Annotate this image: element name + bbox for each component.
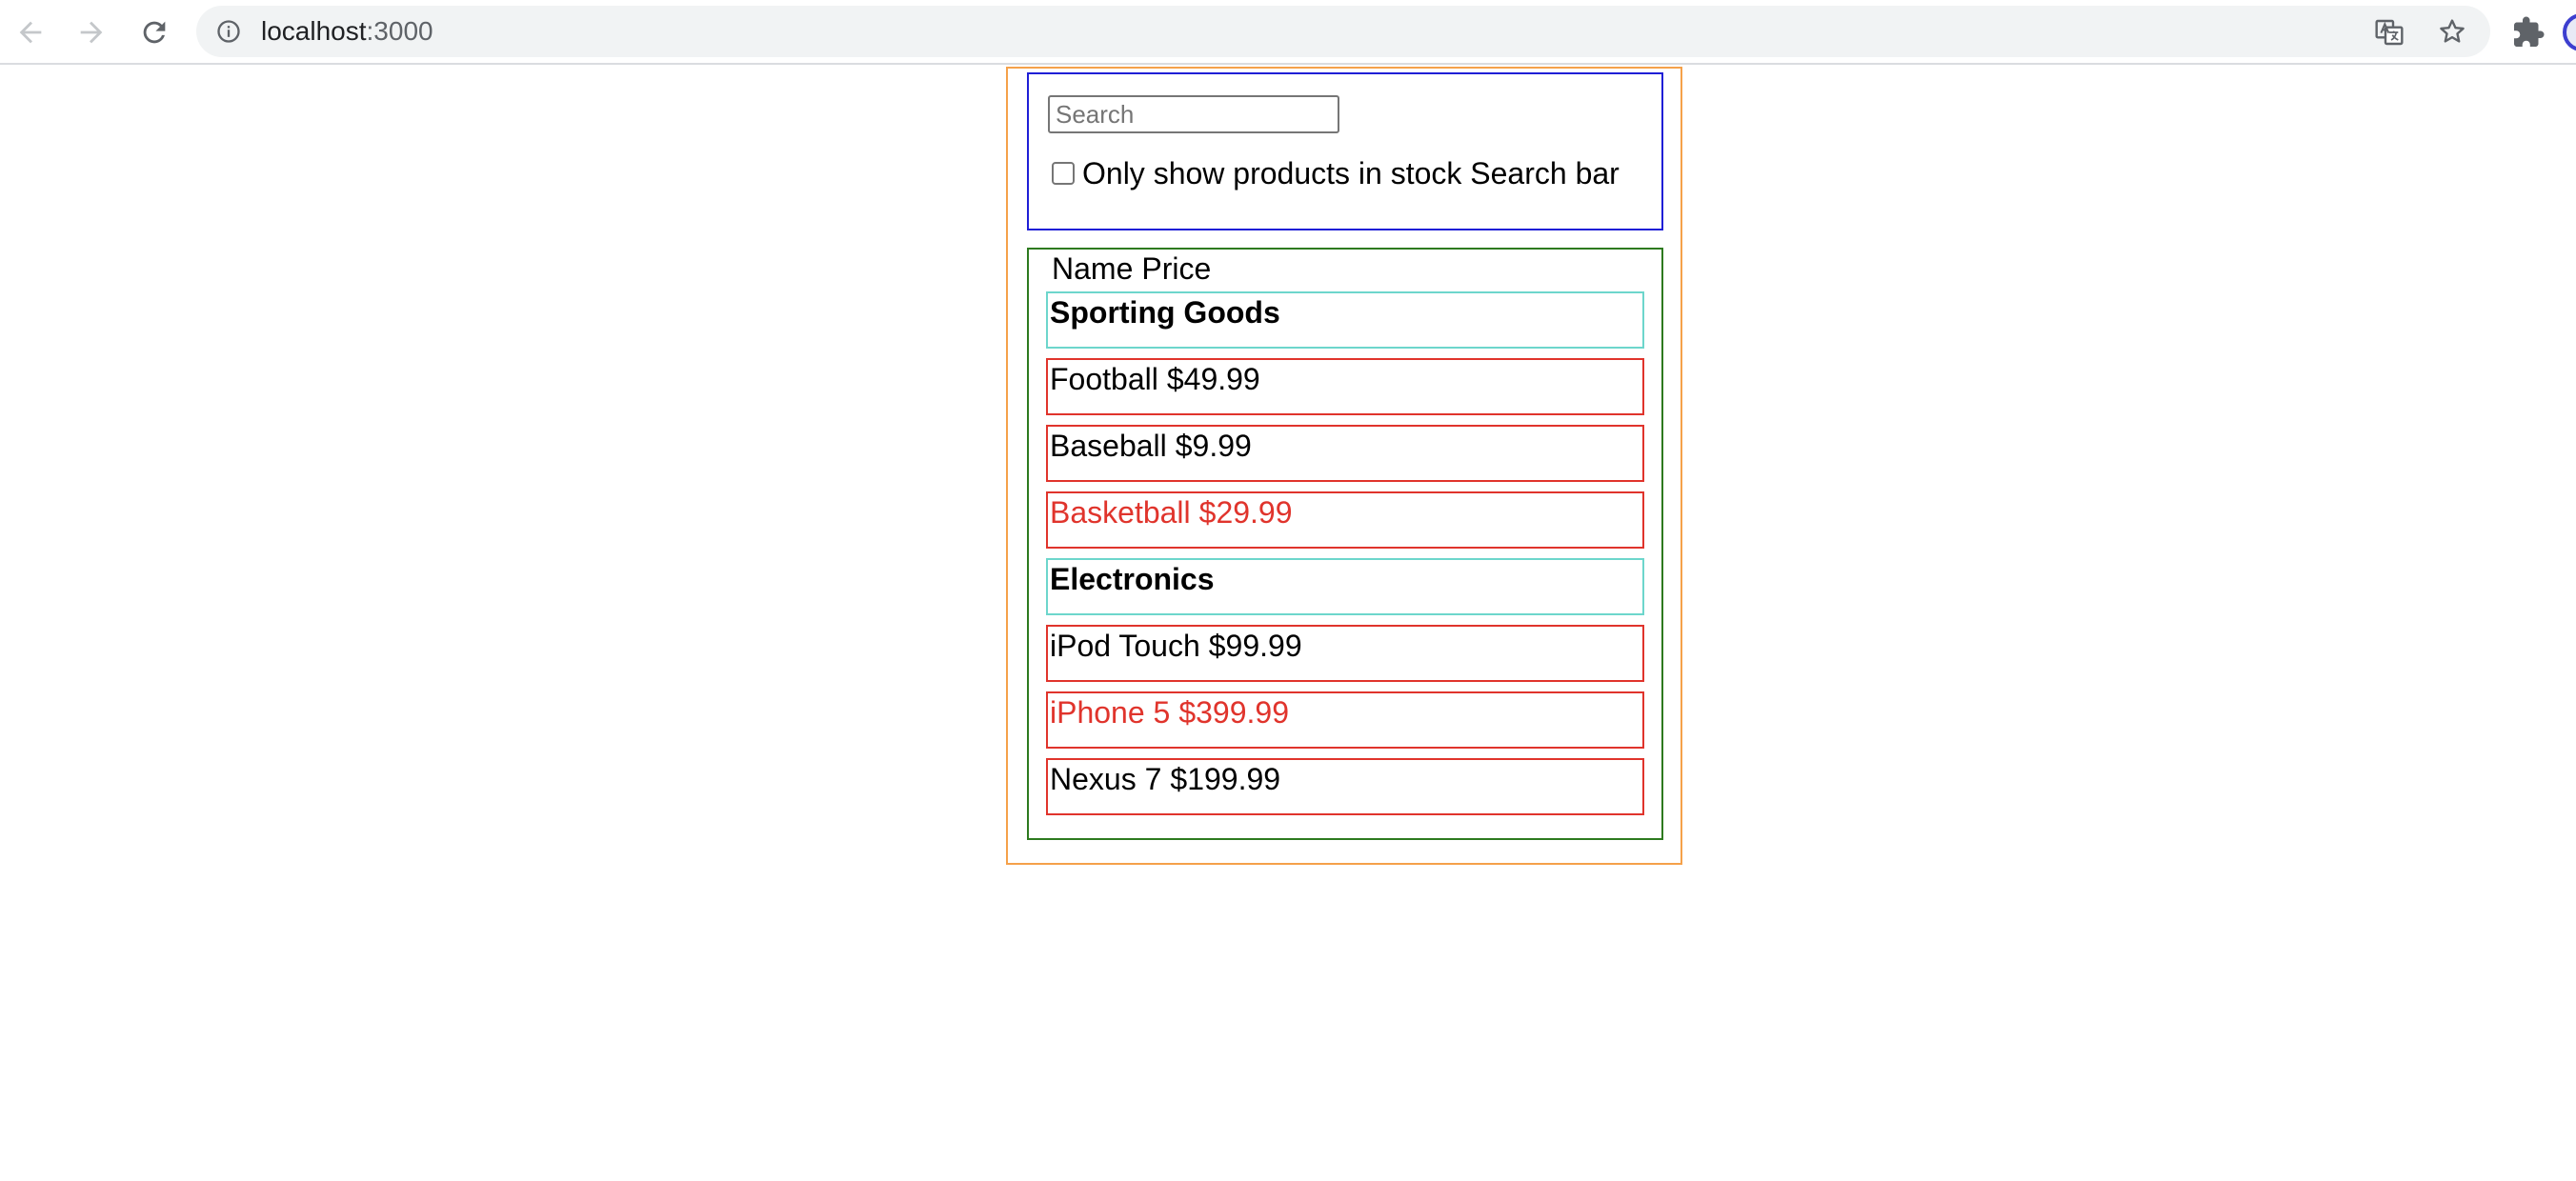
column-header-name: Name: [1052, 251, 1134, 286]
reload-icon: [143, 21, 166, 44]
product-row: iPhone 5 $399.99: [1046, 691, 1644, 749]
product-name: iPhone 5: [1050, 695, 1171, 730]
category-row: Electronics: [1046, 558, 1644, 615]
product-price: $199.99: [1170, 762, 1281, 796]
table-header: Name Price: [1052, 250, 1211, 288]
star-icon[interactable]: [2437, 16, 2467, 47]
product-name: Basketball: [1050, 495, 1191, 530]
arrow-right-icon: [80, 21, 103, 44]
product-price: $9.99: [1175, 429, 1252, 463]
translate-icon[interactable]: [2374, 17, 2405, 48]
reload-button[interactable]: [131, 10, 177, 55]
in-stock-filter[interactable]: Only show products in stock Search bar: [1052, 154, 1620, 192]
product-row: Nexus 7 $199.99: [1046, 758, 1644, 815]
search-bar: Only show products in stock Search bar: [1027, 72, 1663, 230]
product-name: Nexus 7: [1050, 762, 1162, 796]
in-stock-checkbox[interactable]: [1052, 162, 1075, 185]
product-row: Football $49.99: [1046, 358, 1644, 415]
category-label: Sporting Goods: [1050, 295, 1280, 330]
category-label: Electronics: [1050, 562, 1215, 596]
page-root: localhost:3000 Only show products in sto…: [0, 0, 2576, 1181]
product-price: $399.99: [1178, 695, 1289, 730]
product-price: $49.99: [1166, 362, 1260, 396]
product-price: $99.99: [1208, 629, 1302, 663]
in-stock-label-text: Only show products in stock: [1082, 155, 1462, 190]
browser-toolbar: localhost:3000: [0, 0, 2576, 65]
url-host: localhost: [261, 16, 367, 46]
product-name: Football: [1050, 362, 1158, 396]
column-header-price: Price: [1141, 251, 1212, 286]
product-price: $29.99: [1198, 495, 1293, 530]
filterable-product-table: Only show products in stock Search bar N…: [1006, 67, 1682, 865]
search-input[interactable]: [1048, 95, 1339, 133]
product-row: iPod Touch $99.99: [1046, 625, 1644, 682]
product-row: Baseball $9.99: [1046, 425, 1644, 482]
in-stock-label: Only show products in stock Search bar: [1082, 156, 1620, 191]
arrow-left-icon: [19, 21, 42, 44]
forward-button[interactable]: [69, 10, 114, 55]
product-table: Name Price Sporting Goods Football $49.99 …: [1027, 248, 1663, 840]
search-bar-caption: Search bar: [1470, 155, 1620, 190]
puzzle-icon[interactable]: [2511, 15, 2546, 50]
category-row: Sporting Goods: [1046, 291, 1644, 349]
url-text: localhost:3000: [261, 6, 433, 57]
url-port: :3000: [366, 16, 433, 46]
profile-avatar[interactable]: [2563, 13, 2576, 51]
info-icon[interactable]: [215, 18, 242, 45]
product-name: iPod Touch: [1050, 629, 1200, 663]
product-name: Baseball: [1050, 429, 1167, 463]
back-button[interactable]: [8, 10, 53, 55]
address-bar[interactable]: localhost:3000: [196, 6, 2490, 57]
product-row: Basketball $29.99: [1046, 491, 1644, 549]
